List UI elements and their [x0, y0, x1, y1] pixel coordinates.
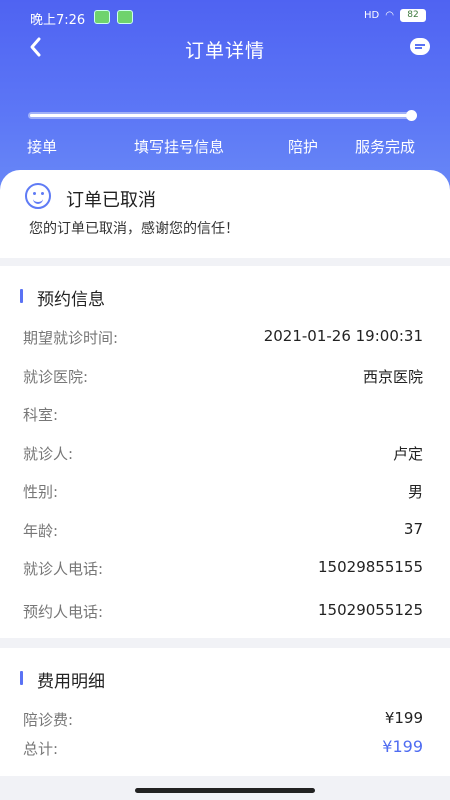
- step-escort: 陪护: [288, 138, 319, 156]
- department-label: 科室:: [23, 406, 59, 424]
- total-label: 总计:: [23, 740, 59, 758]
- patient-value: 卢定: [392, 445, 423, 463]
- age-label: 年龄:: [23, 522, 59, 540]
- message-button[interactable]: [410, 38, 430, 55]
- step-accept: 接单: [27, 138, 58, 156]
- fee-title: 费用明细: [37, 672, 105, 692]
- order-status-message: 您的订单已取消，感谢您的信任！: [29, 221, 239, 237]
- booker-phone-label: 预约人电话:: [23, 603, 104, 621]
- age-value: 37: [403, 520, 423, 538]
- smile-icon: [25, 183, 51, 209]
- step-fill-registration: 填写挂号信息: [134, 138, 225, 156]
- patient-label: 就诊人:: [23, 445, 74, 463]
- escort-fee-value: ¥199: [384, 709, 423, 727]
- patient-phone-label: 就诊人电话:: [23, 560, 104, 578]
- status-time: 晚上7:26: [30, 13, 86, 28]
- app-notification-icon: [94, 10, 110, 24]
- gender-label: 性别:: [23, 483, 59, 501]
- appointment-section: 预约信息 期望就诊时间: 2021-01-26 19:00:31 就诊医院: 西…: [0, 266, 450, 638]
- home-indicator[interactable]: [135, 788, 315, 793]
- status-indicators: HD ◠ 82: [364, 9, 426, 22]
- expected-time-label: 期望就诊时间:: [23, 329, 119, 347]
- progress-fill: [30, 114, 414, 117]
- hospital-value: 西京医院: [362, 368, 423, 386]
- hospital-label: 就诊医院:: [23, 368, 89, 386]
- section-marker: [20, 289, 23, 303]
- battery-icon: 82: [400, 9, 426, 22]
- fee-section: 费用明细 陪诊费: ¥199 总计: ¥199: [0, 648, 450, 776]
- booker-phone-value: 15029055125: [318, 601, 423, 619]
- patient-phone-value: 15029855155: [318, 558, 423, 576]
- message-icon: [415, 43, 425, 50]
- page-title: 订单详情: [184, 40, 265, 62]
- step-complete: 服务完成: [355, 138, 416, 156]
- progress-end-dot: [406, 110, 417, 121]
- signal-icon: HD: [364, 10, 380, 21]
- expected-time-value: 2021-01-26 19:00:31: [263, 327, 423, 345]
- order-progress-bar: [28, 112, 416, 119]
- total-value: ¥199: [382, 737, 423, 756]
- section-marker: [20, 671, 23, 685]
- order-status-title: 订单已取消: [66, 190, 156, 211]
- app-notification-icon: [117, 10, 133, 24]
- gender-value: 男: [407, 483, 423, 501]
- escort-fee-label: 陪诊费:: [23, 711, 74, 729]
- appointment-title: 预约信息: [37, 290, 105, 310]
- wifi-icon: ◠: [385, 10, 394, 21]
- order-status-card: [0, 170, 450, 258]
- status-bar: 晚上7:26 HD ◠ 82: [0, 0, 450, 34]
